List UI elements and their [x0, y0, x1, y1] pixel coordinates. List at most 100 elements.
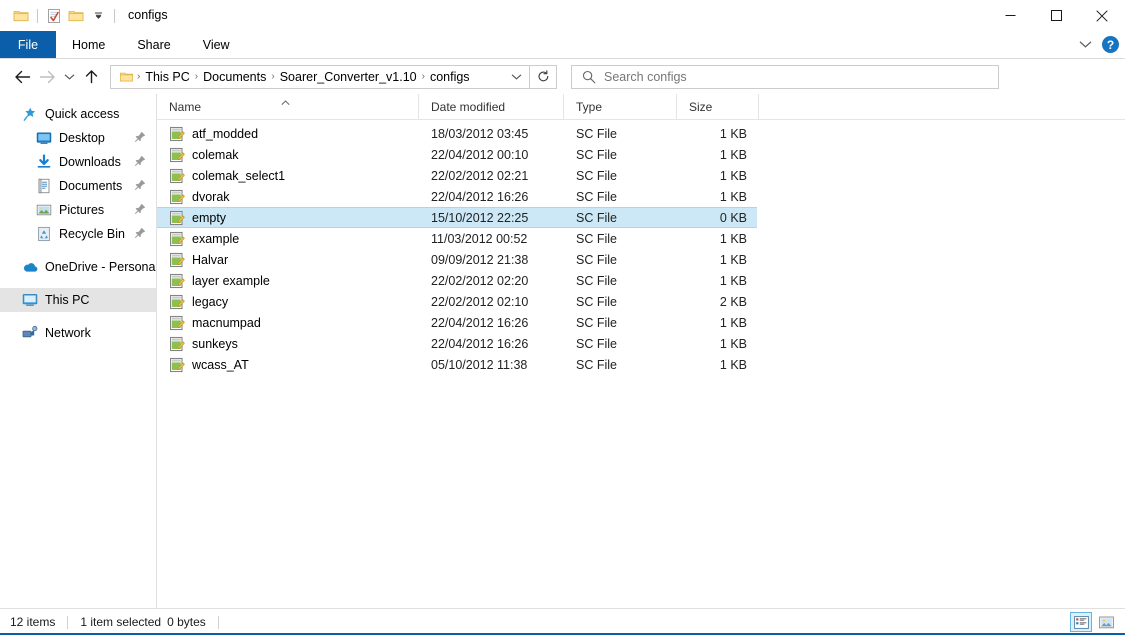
collapse-ribbon-icon[interactable] — [1079, 38, 1092, 52]
help-icon[interactable]: ? — [1102, 36, 1119, 53]
breadcrumb-item-configs[interactable]: configs — [426, 70, 474, 84]
sidebar-item-this-pc[interactable]: This PC — [0, 288, 156, 312]
large-icons-view-icon[interactable] — [1095, 612, 1117, 632]
table-row[interactable]: sunkeys22/04/2012 16:26SC File1 KB — [157, 333, 757, 354]
search-input[interactable]: Search configs — [604, 70, 687, 84]
file-rows: atf_modded18/03/2012 03:45SC File1 KBcol… — [157, 120, 1125, 608]
file-type-cell: SC File — [564, 253, 677, 267]
file-name-label: Halvar — [192, 253, 228, 267]
minimize-button[interactable] — [987, 0, 1033, 31]
properties-icon[interactable] — [43, 5, 65, 27]
status-separator — [67, 616, 68, 629]
maximize-button[interactable] — [1033, 0, 1079, 31]
sidebar-item-recycle-bin[interactable]: Recycle Bin — [0, 222, 156, 246]
file-name-cell: wcass_AT — [157, 357, 419, 373]
tab-home[interactable]: Home — [56, 31, 121, 58]
sidebar-item-label: Desktop — [59, 132, 105, 145]
file-type-cell: SC File — [564, 190, 677, 204]
sidebar-item-pictures[interactable]: Pictures — [0, 198, 156, 222]
pin-icon[interactable] — [135, 203, 146, 217]
sidebar-item-onedrive[interactable]: OneDrive - Personal — [0, 255, 156, 279]
file-date-cell: 18/03/2012 03:45 — [419, 127, 564, 141]
table-row[interactable]: Halvar09/09/2012 21:38SC File1 KB — [157, 249, 757, 270]
forward-button[interactable] — [35, 63, 60, 91]
column-header-type[interactable]: Type — [564, 94, 677, 119]
details-view-icon[interactable] — [1070, 612, 1092, 632]
sidebar-item-quick-access[interactable]: Quick access — [0, 102, 156, 126]
column-headers: Name Date modified Type Size — [157, 94, 1125, 120]
breadcrumb-path: › This PC › Documents › Soarer_Converter… — [111, 70, 503, 84]
pin-icon[interactable] — [135, 155, 146, 169]
tab-share[interactable]: Share — [121, 31, 186, 58]
up-button[interactable] — [79, 63, 104, 91]
pin-icon[interactable] — [135, 179, 146, 193]
table-row[interactable]: macnumpad22/04/2012 16:26SC File1 KB — [157, 312, 757, 333]
status-bar: 12 items 1 item selected 0 bytes — [0, 608, 1125, 635]
file-date-cell: 09/09/2012 21:38 — [419, 253, 564, 267]
chevron-down-icon[interactable] — [87, 5, 109, 27]
file-name-cell: example — [157, 231, 419, 247]
sidebar-item-desktop[interactable]: Desktop — [0, 126, 156, 150]
sidebar-item-downloads[interactable]: Downloads — [0, 150, 156, 174]
table-row[interactable]: example11/03/2012 00:52SC File1 KB — [157, 228, 757, 249]
toolbar-separator-1 — [37, 9, 38, 23]
column-header-label: Size — [689, 100, 712, 114]
star-pin-icon — [22, 106, 38, 122]
sidebar-item-network[interactable]: Network — [0, 321, 156, 345]
previous-locations-icon[interactable] — [503, 66, 529, 88]
breadcrumb-item-soarer-converter[interactable]: Soarer_Converter_v1.10 — [276, 70, 421, 84]
sidebar-item-documents[interactable]: Documents — [0, 174, 156, 198]
column-header-name[interactable]: Name — [157, 94, 419, 119]
file-date-cell: 22/04/2012 00:10 — [419, 148, 564, 162]
tab-view[interactable]: View — [187, 31, 246, 58]
downloads-icon — [36, 154, 52, 170]
file-name-label: layer example — [192, 274, 270, 288]
table-row[interactable]: colemak22/04/2012 00:10SC File1 KB — [157, 144, 757, 165]
file-date-cell: 22/04/2012 16:26 — [419, 190, 564, 204]
table-row[interactable]: empty15/10/2012 22:25SC File0 KB — [157, 207, 757, 228]
file-date-cell: 11/03/2012 00:52 — [419, 232, 564, 246]
new-folder-icon[interactable] — [65, 5, 87, 27]
table-row[interactable]: wcass_AT05/10/2012 11:38SC File1 KB — [157, 354, 757, 375]
pin-icon[interactable] — [135, 227, 146, 241]
file-date-cell: 22/02/2012 02:21 — [419, 169, 564, 183]
toolbar-separator-2 — [114, 9, 115, 23]
folder-icon[interactable] — [10, 5, 32, 27]
table-row[interactable]: dvorak22/04/2012 16:26SC File1 KB — [157, 186, 757, 207]
file-date-cell: 22/04/2012 16:26 — [419, 337, 564, 351]
close-button[interactable] — [1079, 0, 1125, 31]
file-type-cell: SC File — [564, 211, 677, 225]
file-name-cell: atf_modded — [157, 126, 419, 142]
file-name-cell: colemak — [157, 147, 419, 163]
sidebar-item-label: Pictures — [59, 204, 104, 217]
column-header-label: Date modified — [431, 100, 505, 114]
back-button[interactable] — [10, 63, 35, 91]
refresh-button[interactable] — [530, 65, 557, 89]
recent-locations-icon[interactable] — [60, 63, 79, 91]
sort-ascending-icon — [281, 95, 290, 109]
table-row[interactable]: atf_modded18/03/2012 03:45SC File1 KB — [157, 123, 757, 144]
table-row[interactable]: colemak_select122/02/2012 02:21SC File1 … — [157, 165, 757, 186]
pin-icon[interactable] — [135, 131, 146, 145]
column-header-label: Name — [169, 100, 201, 114]
sc-file-icon — [169, 168, 185, 184]
file-size-cell: 2 KB — [677, 295, 757, 309]
sc-file-icon — [169, 273, 185, 289]
breadcrumb-item-this-pc[interactable]: This PC — [141, 70, 193, 84]
file-size-cell: 1 KB — [677, 169, 757, 183]
column-header-size[interactable]: Size — [677, 94, 759, 119]
search-box[interactable]: Search configs — [571, 65, 999, 89]
sc-file-icon — [169, 189, 185, 205]
column-header-date-modified[interactable]: Date modified — [419, 94, 564, 119]
breadcrumb-item-documents[interactable]: Documents — [199, 70, 270, 84]
file-name-label: macnumpad — [192, 316, 261, 330]
table-row[interactable]: legacy22/02/2012 02:10SC File2 KB — [157, 291, 757, 312]
breadcrumb-folder-icon[interactable] — [117, 70, 136, 84]
file-type-cell: SC File — [564, 169, 677, 183]
sidebar-item-label: Network — [45, 327, 91, 340]
tab-file[interactable]: File — [0, 31, 56, 58]
table-row[interactable]: layer example22/02/2012 02:20SC File1 KB — [157, 270, 757, 291]
file-name-label: example — [192, 232, 239, 246]
nav-spacer — [0, 312, 156, 321]
breadcrumb[interactable]: › This PC › Documents › Soarer_Converter… — [110, 65, 530, 89]
